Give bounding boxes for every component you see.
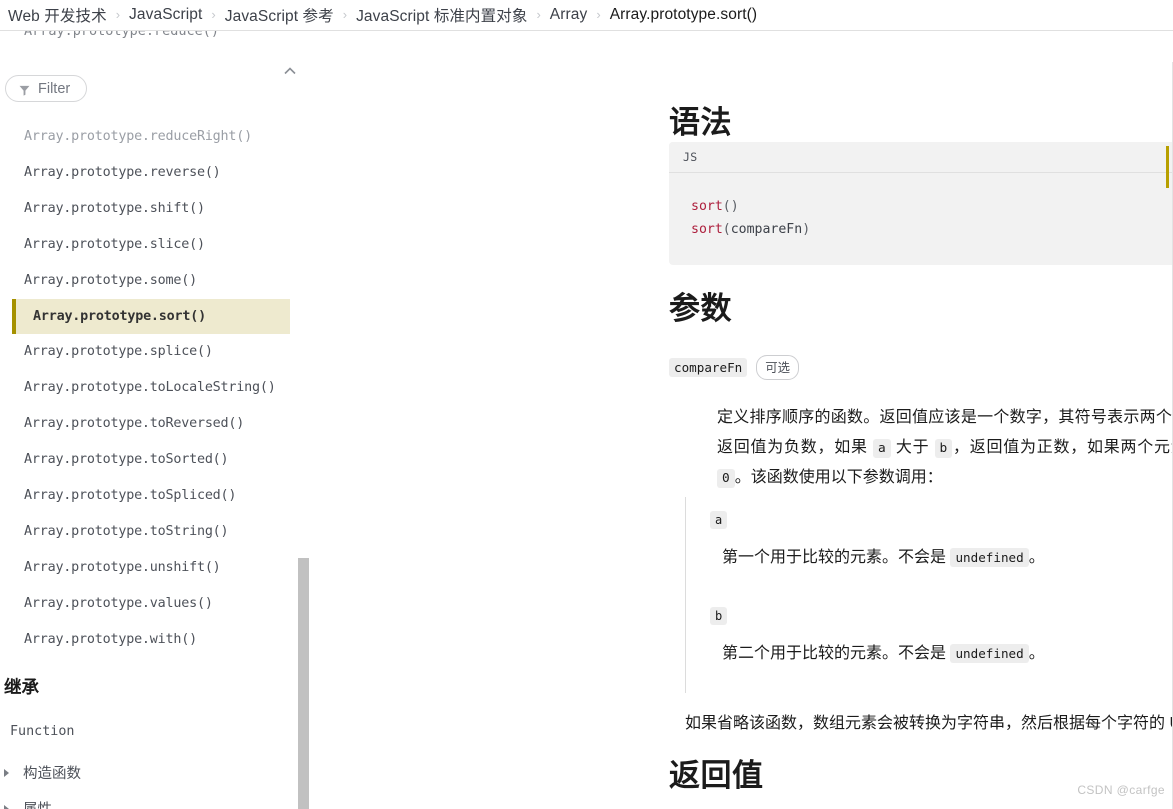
desc-text: 。该函数使用以下参数调用： — [734, 469, 943, 486]
syntax-heading: 语法 — [669, 105, 732, 140]
desc-text: 。 — [1028, 549, 1045, 566]
sidebar: Array.prototype.reduce() Filter Array.pr… — [0, 31, 311, 809]
breadcrumb-item-web[interactable]: Web 开发技术 — [8, 4, 107, 26]
sub-parameter-term: b — [686, 593, 1173, 625]
sidebar-item-splice[interactable]: Array.prototype.splice() — [0, 334, 311, 370]
sub-parameter-name-a: a — [710, 511, 728, 529]
desc-text: 定义排序顺序的函数。返回值应该是一个数字，其符号表示两个元素的相对顺序：如果 — [717, 409, 1173, 426]
sidebar-item-toreversed[interactable]: Array.prototype.toReversed() — [0, 406, 311, 442]
optional-badge: 可选 — [756, 355, 800, 380]
return-value-heading: 返回值 — [669, 758, 764, 793]
filter-button[interactable]: Filter — [5, 75, 88, 102]
desc-text: 第二个用于比较的元素。不会是 — [722, 645, 951, 662]
breadcrumb-separator-icon: › — [596, 6, 601, 22]
sidebar-item-tolocalestring[interactable]: Array.prototype.toLocaleString() — [0, 370, 311, 406]
chevron-right-icon — [4, 804, 14, 809]
code-block-header: JS — [669, 142, 1173, 173]
funnel-icon — [19, 83, 30, 96]
toc-active-indicator — [1166, 146, 1169, 188]
code-token-punct: ) — [730, 199, 739, 214]
filter-label: Filter — [38, 80, 71, 97]
breadcrumb: Web 开发技术 › JavaScript › JavaScript 参考 › … — [0, 0, 1173, 31]
code-block: JS sort() sort(compareFn) — [669, 142, 1173, 265]
sidebar-cutoff-item[interactable]: Array.prototype.reduce() — [24, 31, 219, 39]
inline-code-b: b — [934, 439, 953, 458]
sub-parameter-description-b: 第二个用于比较的元素。不会是 undefined。 — [686, 625, 1173, 689]
sidebar-item-reduceright[interactable]: Array.prototype.reduceRight() — [0, 119, 311, 155]
code-token-fn: sort — [691, 222, 723, 237]
breadcrumb-item-javascript[interactable]: JavaScript — [129, 6, 202, 24]
parameter-description: 定义排序顺序的函数。返回值应该是一个数字，其符号表示两个元素的相对顺序：如果 a… — [717, 403, 1173, 493]
code-token-arg: compareFn — [730, 222, 803, 237]
breadcrumb-item-javascript-reference[interactable]: JavaScript 参考 — [225, 4, 334, 26]
sidebar-scroll-area: Array.prototype.reduce() Filter Array.pr… — [0, 31, 311, 809]
sidebar-scrollbar-thumb[interactable] — [298, 558, 309, 809]
sidebar-inherit-heading: 继承 — [4, 677, 39, 697]
desc-text: 第一个用于比较的元素。不会是 — [722, 549, 951, 566]
desc-text: ，返回值为正数，如果两个元素相等，返回值为 — [952, 439, 1173, 456]
sidebar-group-constructor[interactable]: 构造函数 — [4, 762, 81, 783]
chevron-up-icon[interactable] — [281, 62, 299, 80]
sidebar-group-properties[interactable]: 属性 — [4, 798, 52, 809]
inline-code-a: a — [872, 439, 891, 458]
breadcrumb-item-array[interactable]: Array — [550, 6, 588, 24]
sidebar-item-tospliced[interactable]: Array.prototype.toSpliced() — [0, 478, 311, 514]
page-layout: Array.prototype.reduce() Filter Array.pr… — [0, 31, 1173, 809]
parameter-name-row: compareFn 可选 — [669, 355, 800, 380]
sidebar-item-tosorted[interactable]: Array.prototype.toSorted() — [0, 442, 311, 478]
breadcrumb-separator-icon: › — [536, 6, 541, 22]
chevron-right-icon — [4, 768, 14, 777]
sub-parameter-list: a 第一个用于比较的元素。不会是 undefined。 b 第二个用于比较的元素… — [685, 497, 1173, 693]
sidebar-item-function[interactable]: Function — [10, 724, 75, 739]
main-content: 语法 JS sort() sort(compareFn) 参数 compareF… — [311, 31, 1173, 809]
sidebar-item-tostring[interactable]: Array.prototype.toString() — [0, 514, 311, 550]
sidebar-toc-list: Array.prototype.reduceRight() Array.prot… — [0, 119, 311, 658]
code-token-punct: ( — [722, 222, 731, 237]
sidebar-item-sort[interactable]: Array.prototype.sort() — [12, 299, 290, 334]
code-line: sort(compareFn) — [691, 218, 1173, 241]
desc-text: 大于 — [890, 439, 935, 456]
inline-code-undefined: undefined — [950, 644, 1029, 663]
inline-code-undefined: undefined — [950, 548, 1029, 567]
code-token-punct: ) — [802, 222, 811, 237]
sidebar-group-label: 属性 — [23, 798, 52, 809]
desc-text: 。 — [1028, 645, 1045, 662]
parameters-heading: 参数 — [669, 291, 732, 326]
sidebar-scrollbar[interactable] — [298, 31, 310, 809]
code-token-fn: sort — [691, 199, 723, 214]
breadcrumb-item-current: Array.prototype.sort() — [609, 6, 758, 23]
omit-function-note: 如果省略该函数，数组元素会被转换为字符串，然后根据每个字符的 Unicode 码… — [685, 715, 1173, 732]
sidebar-group-label: 构造函数 — [23, 766, 81, 782]
code-token-punct: ( — [722, 199, 731, 214]
sidebar-item-shift[interactable]: Array.prototype.shift() — [0, 191, 311, 227]
sidebar-item-unshift[interactable]: Array.prototype.unshift() — [0, 550, 311, 586]
sub-parameter-term: a — [686, 497, 1173, 529]
breadcrumb-separator-icon: › — [115, 6, 121, 22]
breadcrumb-separator-icon: › — [211, 6, 216, 22]
sidebar-item-some[interactable]: Array.prototype.some() — [0, 263, 311, 299]
sidebar-item-slice[interactable]: Array.prototype.slice() — [0, 227, 311, 263]
code-language-label: JS — [683, 150, 698, 164]
sub-parameter-name-b: b — [710, 607, 728, 625]
breadcrumb-item-standard-builtin-objects[interactable]: JavaScript 标准内置对象 — [356, 4, 527, 26]
watermark: CSDN @carfge — [1077, 783, 1165, 797]
breadcrumb-separator-icon: › — [342, 6, 348, 22]
code-line: sort() — [691, 195, 1173, 218]
sidebar-item-values[interactable]: Array.prototype.values() — [0, 586, 311, 622]
parameter-name: compareFn — [669, 358, 748, 377]
sidebar-item-reverse[interactable]: Array.prototype.reverse() — [0, 155, 311, 191]
sidebar-item-with[interactable]: Array.prototype.with() — [0, 622, 311, 658]
inline-code-zero: 0 — [717, 469, 735, 488]
code-block-body[interactable]: sort() sort(compareFn) — [669, 173, 1173, 265]
sub-parameter-description-a: 第一个用于比较的元素。不会是 undefined。 — [686, 529, 1173, 593]
